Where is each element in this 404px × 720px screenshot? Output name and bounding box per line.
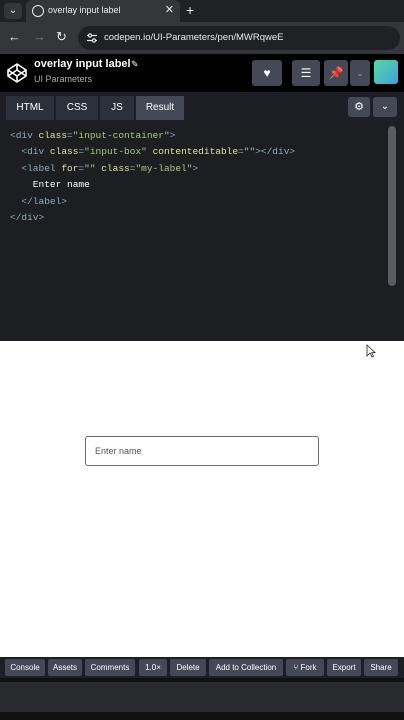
code-token: "my-label": [135, 162, 193, 174]
url-input[interactable]: codepen.io/UI-Parameters/pen/MWRqweE: [78, 26, 400, 50]
code-line[interactable]: <label for="" class="my-label">: [10, 161, 295, 177]
code-token: class: [49, 146, 79, 158]
code-lines[interactable]: <div class="input-container"> <div class…: [10, 128, 295, 226]
tab-css[interactable]: CSS: [56, 96, 98, 120]
result-preview: Enter name: [0, 341, 404, 657]
code-token: "input-box": [84, 146, 147, 158]
code-token: <div: [10, 146, 50, 158]
tab-js[interactable]: JS: [100, 96, 134, 120]
avatar[interactable]: [374, 60, 398, 84]
edit-pencil-icon[interactable]: ✎: [131, 59, 139, 70]
share-button[interactable]: Share: [364, 659, 398, 676]
browser-tab[interactable]: overlay input label ✕: [26, 0, 180, 22]
bottom-bar: [0, 678, 404, 720]
code-token: "": [84, 162, 96, 174]
codepen-header: overlay input label ✎ UI Parameters ♥ ☰ …: [0, 54, 404, 92]
code-token: </div>: [10, 212, 45, 224]
code-line[interactable]: Enter name: [10, 177, 295, 193]
site-info-icon[interactable]: [86, 32, 98, 44]
export-button[interactable]: Export: [327, 659, 361, 676]
console-button[interactable]: Console: [5, 659, 45, 676]
code-token: class: [38, 130, 68, 141]
name-input[interactable]: Enter name: [85, 436, 319, 466]
layout-icon: ☰: [300, 66, 312, 80]
browser-tab-strip: ⌄ overlay input label ✕ +: [0, 0, 404, 22]
new-tab-icon[interactable]: +: [186, 2, 194, 18]
chevron-down-icon: ⌄: [380, 101, 390, 112]
heart-icon: ♥: [263, 66, 271, 80]
tab-result[interactable]: Result: [136, 96, 184, 120]
editor-scrollbar[interactable]: [388, 126, 396, 286]
forward-arrow-icon[interactable]: →: [33, 29, 46, 44]
collapse-button[interactable]: ⌄: [373, 97, 397, 117]
code-token: <div: [10, 130, 39, 141]
code-line[interactable]: </label>: [10, 194, 295, 210]
tab-search-chevron-icon[interactable]: ⌄: [4, 3, 22, 19]
codepen-favicon-icon: [32, 5, 44, 17]
codepen-logo-icon[interactable]: [6, 62, 28, 84]
reload-icon[interactable]: ↻: [56, 29, 67, 45]
code-token: Enter name: [10, 179, 90, 191]
back-arrow-icon[interactable]: ←: [8, 29, 21, 44]
comments-button[interactable]: Comments: [85, 659, 135, 676]
settings-button[interactable]: ⚙: [348, 97, 370, 117]
code-editor[interactable]: <div class="input-container"> <div class…: [0, 122, 404, 341]
code-token: <label: [10, 162, 62, 174]
fork-label: Fork: [300, 663, 317, 672]
tab-title: overlay input label: [48, 5, 121, 15]
zoom-button[interactable]: 1.0×: [139, 659, 167, 676]
code-token: ></div>: [255, 146, 296, 158]
footer-bar: Console Assets Comments 1.0× Delete Add …: [0, 657, 404, 678]
code-token: "input-container": [72, 130, 170, 141]
code-line[interactable]: <div class="input-container">: [10, 128, 295, 144]
code-line[interactable]: </div>: [10, 210, 295, 226]
fork-button[interactable]: ⑂ Fork: [286, 659, 324, 676]
change-view-button[interactable]: ☰: [292, 60, 320, 86]
tab-close-icon[interactable]: ✕: [165, 3, 174, 16]
bottom-bar-strip: [0, 682, 404, 712]
code-token: class: [101, 162, 130, 174]
code-token: >: [169, 130, 176, 141]
pen-title[interactable]: overlay input label: [34, 58, 131, 70]
assets-button[interactable]: Assets: [48, 659, 82, 676]
tab-html[interactable]: HTML: [6, 96, 54, 120]
heart-button[interactable]: ♥: [252, 60, 282, 86]
address-bar: ← → ↻ codepen.io/UI-Parameters/pen/MWRqw…: [0, 22, 404, 54]
editor-tabs: HTML CSS JS Result ⚙ ⌄: [0, 92, 404, 122]
chevron-down-icon: ⌄: [356, 68, 364, 78]
code-token: contenteditable: [152, 146, 239, 158]
url-text: codepen.io/UI-Parameters/pen/MWRqweE: [104, 32, 284, 43]
delete-button[interactable]: Delete: [170, 659, 206, 676]
code-token: "": [243, 146, 256, 158]
pin-button[interactable]: 📌: [324, 60, 348, 86]
code-token: </label>: [10, 195, 68, 207]
mouse-cursor-icon: [366, 344, 376, 358]
fork-icon: ⑂: [293, 663, 301, 672]
pin-icon: 📌: [328, 66, 344, 80]
code-token: >: [192, 162, 199, 174]
input-label: Enter name: [95, 446, 142, 456]
code-token: for: [61, 162, 79, 174]
code-line[interactable]: <div class="input-box" contenteditable="…: [10, 144, 295, 160]
pin-dropdown-button[interactable]: ⌄: [350, 60, 370, 86]
gear-icon: ⚙: [354, 101, 364, 113]
add-to-collection-button[interactable]: Add to Collection: [209, 659, 283, 676]
pen-owner[interactable]: UI Parameters: [34, 74, 92, 84]
